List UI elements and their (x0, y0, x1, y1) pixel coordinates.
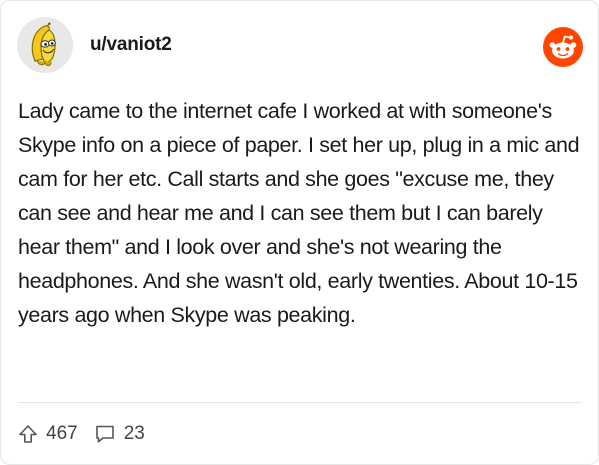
upvote-count: 467 (46, 423, 78, 444)
comment-bubble-icon (95, 425, 114, 443)
post-footer: 467 23 (18, 419, 145, 449)
banana-avatar-icon (17, 17, 73, 73)
post-card: u/vaniot2 Lady came to the internet cafe… (0, 0, 599, 465)
comments-button[interactable]: 23 (94, 423, 145, 445)
divider (18, 402, 581, 403)
avatar[interactable] (17, 17, 73, 73)
comment-count: 23 (123, 423, 145, 444)
upvote-button[interactable]: 467 (18, 423, 78, 445)
reddit-logo-icon[interactable] (543, 27, 583, 67)
upvote-arrow-icon (19, 425, 37, 443)
post-header: u/vaniot2 (17, 17, 583, 73)
username[interactable]: u/vaniot2 (90, 34, 172, 56)
post-body: Lady came to the internet cafe I worked … (18, 99, 580, 327)
